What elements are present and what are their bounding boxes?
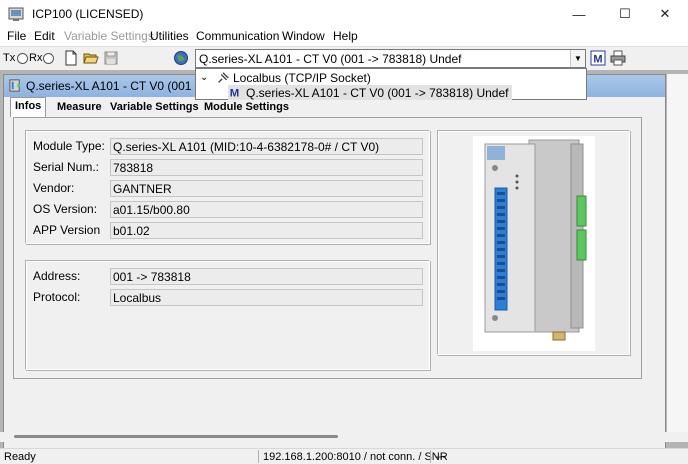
svg-text:M: M xyxy=(230,88,239,99)
vertical-scrollbar[interactable] xyxy=(667,74,688,432)
module-window-icon xyxy=(9,79,21,92)
dropdown-item-module[interactable]: M Q.series-XL A101 - CT V0 (001 -> 78381… xyxy=(228,85,513,100)
dropdown-item-localbus-label: Localbus (TCP/IP Socket) xyxy=(233,70,371,85)
address-value: 001 -> 783818 xyxy=(110,268,423,285)
module-image xyxy=(473,136,595,351)
dropdown-item-module-label: Q.series-XL A101 - CT V0 (001 -> 783818)… xyxy=(246,85,509,100)
protocol-value: Localbus xyxy=(110,289,423,306)
rx-radio[interactable] xyxy=(43,53,54,64)
address-group: Address: 001 -> 783818 Protocol: Localbu… xyxy=(25,260,430,370)
toolbar: Tx Rx Q.series-XL A101 - CT V0 (001 -> 7… xyxy=(0,46,688,70)
app-icon xyxy=(8,7,24,21)
tab-variable-settings[interactable]: Variable Settings xyxy=(106,99,203,117)
protocol-label: Protocol: xyxy=(33,290,81,304)
tab-module-settings[interactable]: Module Settings xyxy=(200,99,293,117)
plug-icon xyxy=(218,71,229,83)
maximize-icon: ☐ xyxy=(619,6,631,21)
module-window: Q.series-XL A101 - CT V0 (001 -> 783 Inf… xyxy=(3,74,666,452)
rx-label: Rx xyxy=(29,52,43,64)
close-icon: ✕ xyxy=(659,6,671,21)
module-image-group xyxy=(437,130,630,355)
save-icon[interactable] xyxy=(103,50,119,66)
status-separator xyxy=(430,450,431,463)
serial-num-value: 783818 xyxy=(110,159,423,176)
chevron-down-icon[interactable]: ▼ xyxy=(570,50,585,67)
window-title: ICP100 (LICENSED) xyxy=(32,7,144,21)
new-file-icon[interactable] xyxy=(63,50,79,66)
mdi-workspace: Q.series-XL A101 - CT V0 (001 -> 783 Inf… xyxy=(0,70,688,452)
os-version-label: OS Version: xyxy=(33,202,98,216)
menu-file[interactable]: File xyxy=(7,29,26,43)
printer-icon[interactable] xyxy=(610,50,626,66)
tx-label: Tx xyxy=(3,52,16,64)
minimize-button[interactable]: — xyxy=(556,0,602,28)
status-bar: Ready 192.168.1.200:8010 / not conn. / S… xyxy=(0,448,688,464)
tab-infos[interactable]: Infos xyxy=(10,97,47,117)
menu-help[interactable]: Help xyxy=(333,29,358,43)
tree-toggle-icon[interactable]: ⌄ xyxy=(200,72,212,83)
infos-panel: Module Type: Q.series-XL A101 (MID:10-4-… xyxy=(13,117,642,379)
vendor-label: Vendor: xyxy=(33,181,75,195)
serial-num-label: Serial Num.: xyxy=(33,160,100,174)
tab-measure[interactable]: Measure xyxy=(53,99,106,117)
status-separator xyxy=(258,450,259,463)
module-type-label: Module Type: xyxy=(33,139,105,153)
horizontal-scrollbar[interactable] xyxy=(0,432,688,442)
module-info-group: Module Type: Q.series-XL A101 (MID:10-4-… xyxy=(25,130,430,244)
module-m-icon[interactable]: M xyxy=(590,50,606,66)
menu-utilities[interactable]: Utilities xyxy=(150,29,189,43)
status-state: Ready xyxy=(4,451,36,463)
minimize-icon: — xyxy=(572,6,586,22)
address-label: Address: xyxy=(33,269,81,283)
module-type-value: Q.series-XL A101 (MID:10-4-6382178-0# / … xyxy=(110,138,423,155)
menu-bar: File Edit Variable Settings Utilities Co… xyxy=(0,28,688,46)
menu-communication[interactable]: Communication xyxy=(196,29,279,43)
dropdown-item-localbus[interactable]: ⌄ Localbus (TCP/IP Socket) xyxy=(200,70,371,85)
module-select-value: Q.series-XL A101 - CT V0 (001 -> 783818)… xyxy=(199,52,462,66)
module-m-icon: M xyxy=(230,88,239,99)
menu-window[interactable]: Window xyxy=(282,29,325,43)
title-bar: ICP100 (LICENSED) — ☐ ✕ xyxy=(0,0,688,28)
menu-variable-settings[interactable]: Variable Settings xyxy=(64,29,154,43)
tx-radio[interactable] xyxy=(17,53,28,64)
svg-text:M: M xyxy=(593,54,602,66)
status-extra: --- xyxy=(435,451,446,463)
globe-icon[interactable] xyxy=(173,50,189,66)
horizontal-scrollbar-thumb[interactable] xyxy=(14,435,338,438)
app-version-label: APP Version xyxy=(33,223,101,237)
os-version-value: a01.15/b00.80 xyxy=(110,201,423,218)
vendor-value: GANTNER xyxy=(110,180,423,197)
status-connection: 192.168.1.200:8010 / not conn. / SNR xyxy=(263,451,448,463)
app-version-value: b01.02 xyxy=(110,222,423,239)
open-folder-icon[interactable] xyxy=(83,50,99,66)
menu-edit[interactable]: Edit xyxy=(34,29,55,43)
module-select-dropdown: ⌄ Localbus (TCP/IP Socket) M Q.series-XL… xyxy=(195,68,587,100)
module-select[interactable]: Q.series-XL A101 - CT V0 (001 -> 783818)… xyxy=(195,49,586,68)
close-button[interactable]: ✕ xyxy=(642,0,688,28)
